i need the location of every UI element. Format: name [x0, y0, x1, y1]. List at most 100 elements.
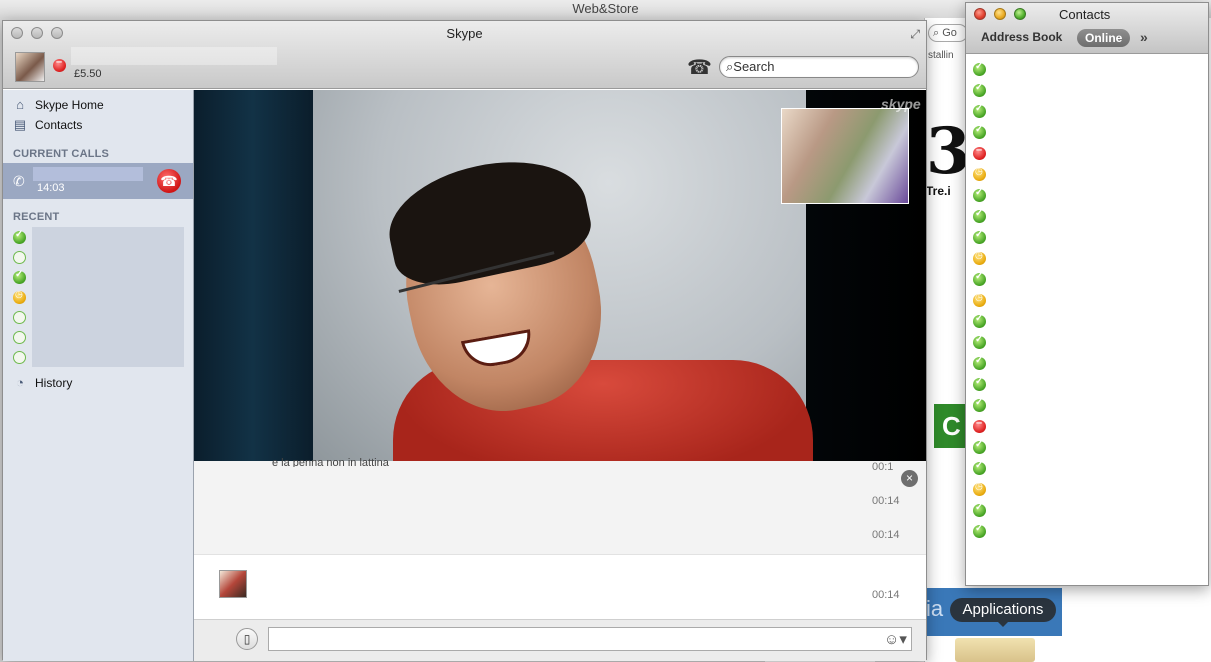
- contact-list-item[interactable]: [973, 248, 986, 269]
- contact-list-item[interactable]: [973, 311, 986, 332]
- contact-list-item[interactable]: [973, 185, 986, 206]
- dial-pad-phone-icon[interactable]: ☎: [687, 55, 712, 80]
- caller-name-redacted: [33, 167, 143, 181]
- hang-up-button[interactable]: ☎: [157, 169, 181, 193]
- active-call-icon: ✆: [13, 173, 25, 189]
- sidebar-item-label: Skype Home: [35, 98, 104, 112]
- sidebar-item-contacts[interactable]: ▤ Contacts: [13, 117, 83, 133]
- contact-list-item[interactable]: [973, 227, 986, 248]
- contact-list-item[interactable]: [973, 164, 986, 185]
- status-online-icon: [13, 229, 26, 244]
- sidebar-item-label: Contacts: [35, 118, 83, 132]
- status-online-icon: [973, 523, 986, 538]
- close-chat-icon[interactable]: ×: [901, 470, 918, 487]
- status-away-icon: [973, 166, 986, 181]
- status-online-icon: [973, 355, 986, 370]
- contact-list-item[interactable]: [973, 458, 986, 479]
- status-online-icon: [973, 397, 986, 412]
- contact-list-item[interactable]: [973, 101, 986, 122]
- recent-item[interactable]: [13, 267, 26, 287]
- sidebar-item-skype-home[interactable]: ⌂ Skype Home: [13, 97, 104, 113]
- recent-item[interactable]: [13, 227, 26, 247]
- contact-list-item[interactable]: [973, 353, 986, 374]
- status-offline-icon: [13, 350, 26, 364]
- contact-list-item[interactable]: [973, 332, 986, 353]
- home-icon: ⌂: [16, 97, 24, 112]
- recent-item[interactable]: [13, 247, 26, 267]
- my-avatar[interactable]: [15, 52, 45, 82]
- address-book-icon: ▤: [13, 117, 27, 132]
- status-online-icon: [973, 208, 986, 223]
- contact-list-item[interactable]: [973, 416, 986, 437]
- contact-list-item[interactable]: [973, 437, 986, 458]
- my-name-redacted[interactable]: [71, 47, 277, 65]
- minimize-window-button[interactable]: [994, 8, 1006, 20]
- chat-message-partial: e la penna non in lattina: [272, 457, 389, 467]
- my-status-busy-icon[interactable]: [53, 56, 67, 72]
- tre-logo: 3 Tre.i: [926, 114, 971, 210]
- contact-list-item[interactable]: [973, 479, 986, 500]
- skype-watermark: skype: [881, 96, 921, 112]
- more-tabs-icon[interactable]: »: [1140, 29, 1148, 45]
- status-online-icon: [973, 502, 986, 517]
- status-away-icon: [973, 250, 986, 265]
- contact-list-item[interactable]: [973, 206, 986, 227]
- sidebar-item-history[interactable]: ◔ History: [13, 376, 72, 391]
- search-input[interactable]: ⌕Search: [719, 56, 919, 78]
- current-call-item[interactable]: ✆ 14:03 ☎: [3, 163, 193, 199]
- chat-contact-avatar[interactable]: [219, 570, 247, 598]
- contact-list-item[interactable]: [973, 80, 986, 101]
- video-call-area[interactable]: skype: [194, 90, 926, 461]
- chat-input-bar: ▯ ☺▾: [194, 619, 926, 661]
- message-timestamp: 00:14: [872, 495, 900, 507]
- emoticon-picker-icon[interactable]: ☺▾: [884, 630, 907, 648]
- status-away-icon: [13, 289, 26, 304]
- status-offline-icon: [13, 310, 26, 324]
- dock-tooltip: Applications: [950, 598, 1056, 627]
- status-busy-icon: [973, 144, 986, 160]
- contact-list-item[interactable]: [973, 374, 986, 395]
- contact-list-item[interactable]: [973, 269, 986, 290]
- window-title: Contacts: [1059, 7, 1111, 22]
- contact-list-item[interactable]: [973, 500, 986, 521]
- recent-names-redacted[interactable]: [32, 227, 184, 367]
- message-timestamp: 00:1: [872, 461, 894, 473]
- status-online-icon: [973, 82, 986, 97]
- contacts-window: Contacts Address Book Online »: [965, 2, 1209, 586]
- search-placeholder: Search: [733, 59, 775, 74]
- send-sms-button[interactable]: ▯: [236, 628, 258, 650]
- contact-list-item[interactable]: [973, 521, 986, 542]
- recent-item[interactable]: [13, 327, 26, 347]
- status-online-icon: [973, 439, 986, 454]
- chat-message-area: e la penna non in lattina 00:1 × 00:14 0…: [194, 457, 926, 555]
- tre-logo-mark: 3: [926, 114, 971, 189]
- recent-item[interactable]: [13, 307, 26, 327]
- chat-message-input[interactable]: [268, 627, 912, 651]
- contact-list-item[interactable]: [973, 143, 986, 164]
- skype-titlebar: Skype ⤢ £5.50 ☎ ⌕Search: [3, 21, 926, 89]
- recent-item[interactable]: [13, 287, 26, 307]
- close-window-button[interactable]: [974, 8, 986, 20]
- zoom-window-button[interactable]: [1014, 8, 1026, 20]
- status-online-icon: [973, 229, 986, 244]
- recent-item[interactable]: [13, 347, 26, 367]
- skype-credit[interactable]: £5.50: [74, 68, 102, 80]
- sidebar: ⌂ Skype Home ▤ Contacts CURRENT CALLS ✆ …: [3, 90, 194, 661]
- current-calls-heading: CURRENT CALLS: [13, 148, 110, 160]
- contact-list-item[interactable]: [973, 395, 986, 416]
- tab-online[interactable]: Online: [1077, 29, 1131, 47]
- contact-list-item[interactable]: [973, 59, 986, 80]
- background-search-text: Go: [942, 27, 957, 39]
- contact-list-item[interactable]: [973, 122, 986, 143]
- status-online-icon: [973, 103, 986, 118]
- fullscreen-icon[interactable]: ⤢: [910, 27, 920, 42]
- self-view-video[interactable]: [781, 108, 909, 204]
- search-icon: ⌕: [933, 27, 940, 39]
- tab-address-book[interactable]: Address Book: [981, 30, 1062, 44]
- contact-list-item[interactable]: [973, 290, 986, 311]
- status-online-icon: [973, 271, 986, 286]
- dock-applications-folder[interactable]: [955, 638, 1035, 662]
- status-online-icon: [973, 460, 986, 475]
- background-promo-text: ia: [926, 596, 944, 621]
- background-search-field[interactable]: ⌕ Go: [928, 24, 968, 42]
